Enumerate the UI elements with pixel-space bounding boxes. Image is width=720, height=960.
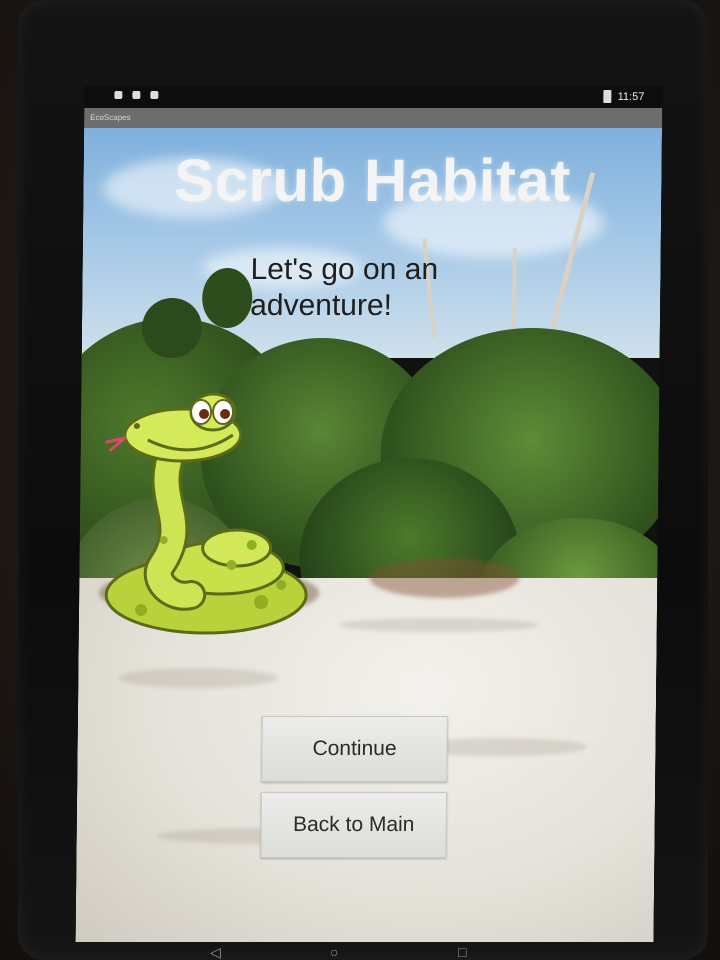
battery-icon <box>603 90 612 103</box>
home-icon[interactable]: ○ <box>330 944 338 960</box>
page-subtitle: Let's go on an adventure! <box>250 253 439 322</box>
notification-icons <box>114 91 159 99</box>
notification-icon <box>132 91 141 99</box>
continue-button[interactable]: Continue <box>261 716 448 782</box>
snake-mascot-icon <box>104 392 308 635</box>
navigation-bar: ◁ ○ □ <box>60 942 660 960</box>
notification-icon <box>150 91 159 99</box>
status-time: 11:57 <box>617 90 645 103</box>
back-to-main-button[interactable]: Back to Main <box>260 792 448 858</box>
app-title: EcoScapes <box>90 113 131 122</box>
back-icon[interactable]: ◁ <box>210 944 221 960</box>
tablet-screen: 11:57 EcoScapes Scrub Habitat Let's go o… <box>75 86 663 942</box>
page-title: Scrub Habitat <box>173 147 572 214</box>
habitat-background-image: Scrub Habitat Let's go on an adventure! <box>75 128 663 942</box>
status-bar: 11:57 <box>84 86 663 108</box>
action-bar: EcoScapes <box>84 108 663 128</box>
recents-icon[interactable]: □ <box>458 944 466 960</box>
notification-icon <box>114 91 123 99</box>
status-right: 11:57 <box>603 90 645 103</box>
tablet-device: 11:57 EcoScapes Scrub Habitat Let's go o… <box>18 0 708 960</box>
